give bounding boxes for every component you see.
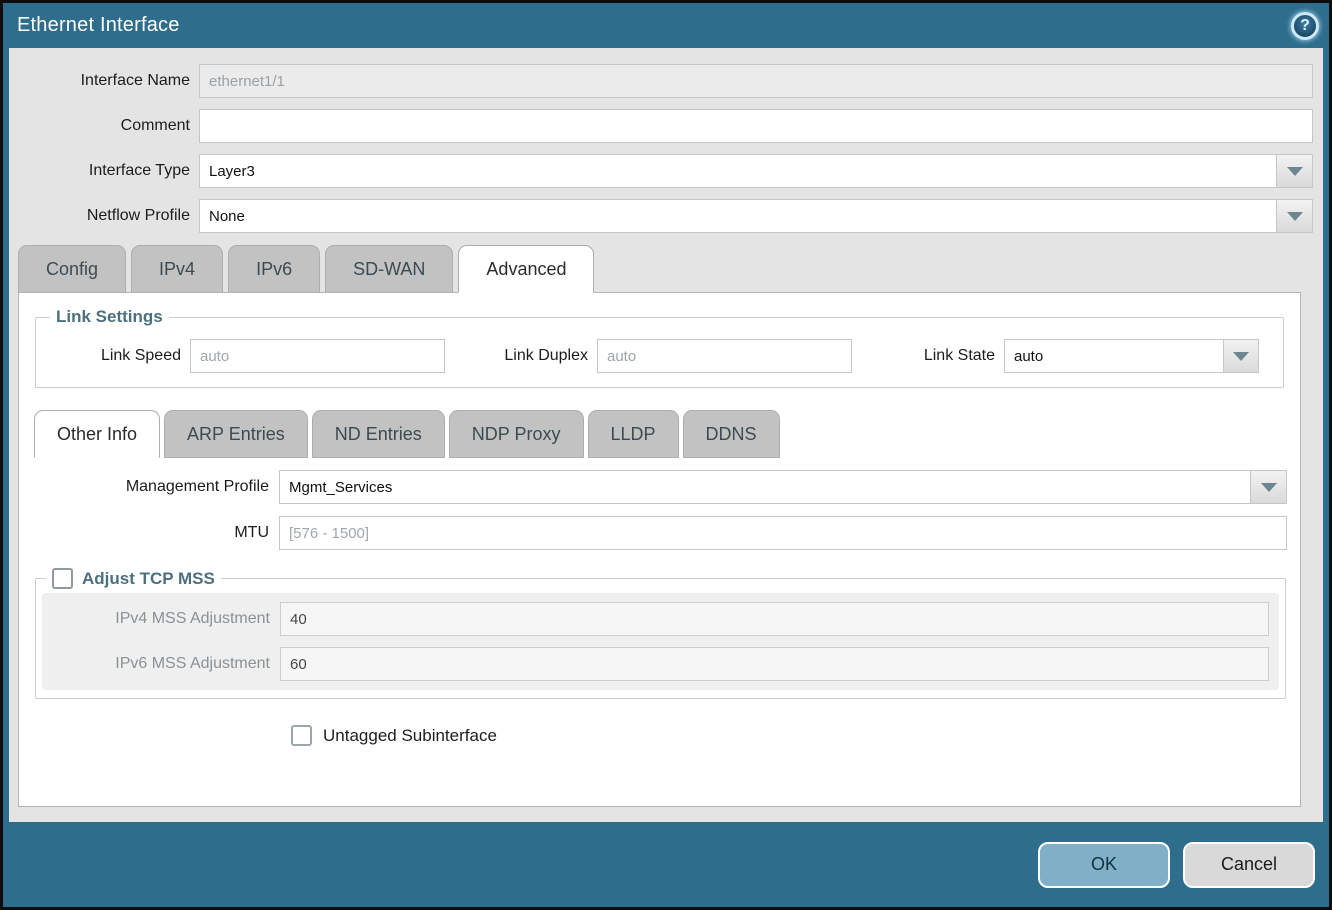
chevron-down-icon bbox=[1287, 212, 1303, 221]
link-speed-label: Link Speed bbox=[44, 347, 190, 365]
link-settings-row: Link Speed Link Duplex Link State auto bbox=[44, 333, 1275, 373]
link-settings-fieldset: Link Settings Link Speed Link Duplex Lin… bbox=[35, 307, 1284, 388]
tab-advanced[interactable]: Advanced bbox=[458, 245, 594, 293]
link-state-label: Link State bbox=[852, 347, 1004, 365]
interface-name-row: Interface Name bbox=[9, 64, 1313, 98]
tab-ipv4[interactable]: IPv4 bbox=[131, 245, 223, 293]
dialog-body: Interface Name Comment Interface Type La… bbox=[9, 48, 1323, 822]
main-tabs: Config IPv4 IPv6 SD-WAN Advanced bbox=[9, 245, 1323, 292]
ipv4-mss-row: IPv4 MSS Adjustment bbox=[52, 602, 1269, 636]
management-profile-select[interactable]: Mgmt_Services bbox=[279, 470, 1287, 504]
mtu-field[interactable] bbox=[279, 516, 1287, 550]
tab-arp-entries[interactable]: ARP Entries bbox=[164, 410, 308, 458]
untagged-subinterface-row: Untagged Subinterface bbox=[291, 725, 1300, 746]
ok-button[interactable]: OK bbox=[1038, 842, 1170, 888]
ipv4-mss-field bbox=[280, 602, 1269, 636]
footer-bar: OK Cancel bbox=[3, 822, 1329, 907]
mss-disabled-panel: IPv4 MSS Adjustment IPv6 MSS Adjustment bbox=[42, 593, 1279, 690]
mtu-row: MTU bbox=[19, 516, 1287, 550]
advanced-tab-panel: Link Settings Link Speed Link Duplex Lin… bbox=[18, 292, 1301, 807]
tab-lldp[interactable]: LLDP bbox=[588, 410, 679, 458]
link-settings-legend: Link Settings bbox=[50, 307, 169, 327]
cancel-button[interactable]: Cancel bbox=[1183, 842, 1315, 888]
netflow-profile-select[interactable]: None bbox=[199, 199, 1313, 233]
help-glyph: ? bbox=[1300, 17, 1310, 35]
chevron-down-icon bbox=[1261, 483, 1277, 492]
comment-field[interactable] bbox=[199, 109, 1313, 143]
interface-name-label: Interface Name bbox=[9, 72, 199, 90]
comment-row: Comment bbox=[9, 109, 1313, 143]
adjust-tcp-mss-fieldset: Adjust TCP MSS IPv4 MSS Adjustment IPv6 … bbox=[35, 568, 1286, 699]
untagged-subinterface-checkbox[interactable] bbox=[291, 725, 312, 746]
interface-type-dropdown-button[interactable] bbox=[1277, 154, 1313, 188]
tab-config[interactable]: Config bbox=[18, 245, 126, 293]
dialog-title: Ethernet Interface bbox=[17, 14, 180, 37]
management-profile-value: Mgmt_Services bbox=[279, 470, 1251, 504]
adjust-tcp-mss-legend: Adjust TCP MSS bbox=[46, 568, 221, 589]
tab-nd-entries[interactable]: ND Entries bbox=[312, 410, 445, 458]
chevron-down-icon bbox=[1287, 167, 1303, 176]
ethernet-interface-dialog: Ethernet Interface ? Interface Name Comm… bbox=[0, 0, 1332, 910]
interface-type-row: Interface Type Layer3 bbox=[9, 154, 1313, 188]
untagged-subinterface-label: Untagged Subinterface bbox=[323, 726, 497, 746]
netflow-profile-row: Netflow Profile None bbox=[9, 199, 1313, 233]
ipv4-mss-label: IPv4 MSS Adjustment bbox=[52, 610, 280, 628]
mtu-label: MTU bbox=[19, 524, 279, 542]
chevron-down-icon bbox=[1233, 352, 1249, 361]
link-state-value: auto bbox=[1004, 339, 1223, 373]
adjust-tcp-mss-label: Adjust TCP MSS bbox=[82, 569, 215, 589]
tab-other-info[interactable]: Other Info bbox=[34, 410, 160, 458]
link-state-dropdown-button[interactable] bbox=[1223, 339, 1259, 373]
management-profile-label: Management Profile bbox=[19, 478, 279, 496]
link-state-select[interactable]: auto bbox=[1004, 339, 1259, 373]
tab-ipv6[interactable]: IPv6 bbox=[228, 245, 320, 293]
inner-tabs: Other Info ARP Entries ND Entries NDP Pr… bbox=[19, 410, 1300, 458]
main-form: Interface Name Comment Interface Type La… bbox=[9, 48, 1323, 233]
link-duplex-label: Link Duplex bbox=[445, 347, 597, 365]
netflow-profile-value: None bbox=[199, 199, 1277, 233]
management-profile-row: Management Profile Mgmt_Services bbox=[19, 470, 1287, 504]
comment-label: Comment bbox=[9, 117, 199, 135]
ipv6-mss-label: IPv6 MSS Adjustment bbox=[52, 655, 280, 673]
interface-type-label: Interface Type bbox=[9, 162, 199, 180]
title-bar: Ethernet Interface ? bbox=[3, 3, 1329, 48]
interface-type-select[interactable]: Layer3 bbox=[199, 154, 1313, 188]
ipv6-mss-row: IPv6 MSS Adjustment bbox=[52, 647, 1269, 681]
link-duplex-field[interactable] bbox=[597, 339, 852, 373]
netflow-profile-dropdown-button[interactable] bbox=[1277, 199, 1313, 233]
tab-sdwan[interactable]: SD-WAN bbox=[325, 245, 453, 293]
help-icon[interactable]: ? bbox=[1291, 12, 1319, 40]
interface-name-field bbox=[199, 64, 1313, 98]
management-profile-dropdown-button[interactable] bbox=[1251, 470, 1287, 504]
netflow-profile-label: Netflow Profile bbox=[9, 207, 199, 225]
ipv6-mss-field bbox=[280, 647, 1269, 681]
adjust-tcp-mss-checkbox[interactable] bbox=[52, 568, 73, 589]
tab-ndp-proxy[interactable]: NDP Proxy bbox=[449, 410, 584, 458]
interface-type-value: Layer3 bbox=[199, 154, 1277, 188]
link-speed-field[interactable] bbox=[190, 339, 445, 373]
tab-ddns[interactable]: DDNS bbox=[683, 410, 780, 458]
